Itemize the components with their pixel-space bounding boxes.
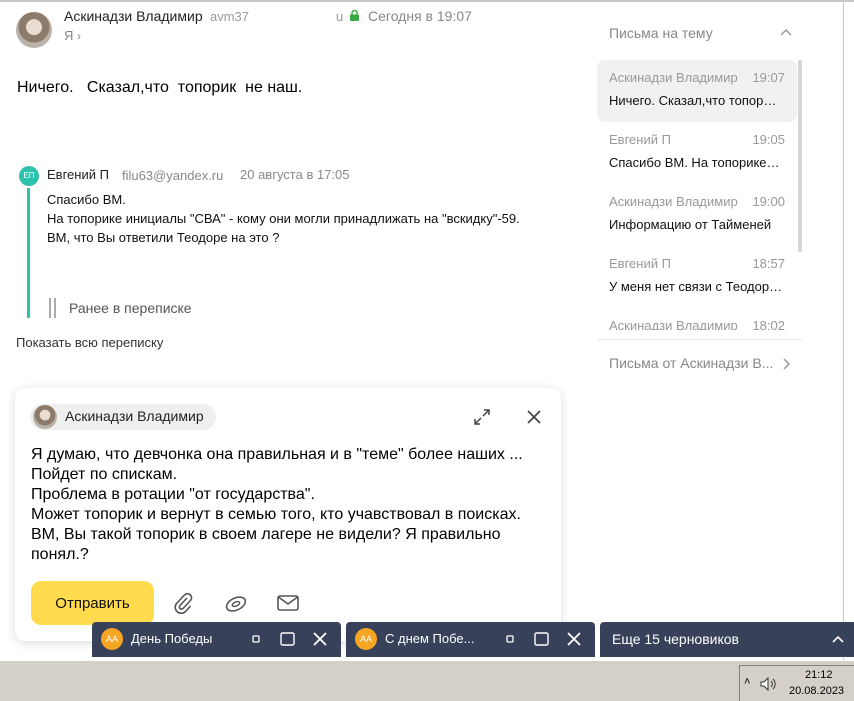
close-icon[interactable] <box>527 410 541 424</box>
more-drafts-tab[interactable]: Еще 15 черновиков <box>600 622 854 657</box>
thread-item-snippet: Информацию от Тайменей <box>609 217 772 232</box>
show-all-thread-link[interactable]: Показать всю переписку <box>16 335 163 350</box>
clock-time[interactable]: 21:12 <box>805 669 833 681</box>
thread-item-sender: Евгений П <box>609 132 671 147</box>
quoted-line: ВМ, что Вы ответили Теодоре на это ? <box>47 230 280 245</box>
draft-avatar: АА <box>355 628 377 650</box>
draft-title: День Победы <box>131 631 213 646</box>
quoted-line: На топорике инициалы "СВА" - кому они мо… <box>47 211 520 226</box>
earlier-in-thread-link[interactable]: Ранее в переписке <box>69 300 192 316</box>
close-icon[interactable] <box>313 632 327 646</box>
quoted-avatar: ЕП <box>19 166 39 186</box>
compose-line: Может топорик и вернут в семью того, кто… <box>31 506 521 523</box>
draft-tab[interactable]: АА С днем Побе... <box>346 622 595 657</box>
thread-item-snippet: Ничего. Сказал,что топорик не наш. <box>609 93 783 108</box>
minimize-icon[interactable] <box>506 632 514 646</box>
quoted-sender-email[interactable]: filu63@yandex.ru <box>122 168 223 183</box>
draft-title: С днем Побе... <box>385 631 475 646</box>
clock-date[interactable]: 20.08.2023 <box>789 685 844 697</box>
thread-item-snippet: У меня нет связи с Теодорой <box>609 279 783 294</box>
chevron-up-icon <box>832 635 844 643</box>
compose-line: Проблема в ротации "от государства". <box>31 486 315 503</box>
quoted-line: Спасибо ВМ. <box>47 192 126 207</box>
draft-tab[interactable]: АА День Победы <box>92 622 341 657</box>
quoted-body: Спасибо ВМ. На топорике инициалы "СВА" -… <box>47 190 520 247</box>
earlier-bars-icon <box>49 298 56 318</box>
quote-bar <box>27 188 30 318</box>
panel-divider <box>597 339 802 340</box>
thread-item-sender: Аскинадзи Владимир <box>609 318 738 330</box>
close-icon[interactable] <box>567 632 581 646</box>
thread-item[interactable]: Аскинадзи Владимир 19:00 Информацию от Т… <box>597 184 797 246</box>
thread-item-time: 18:57 <box>752 256 785 271</box>
tray-arrow-icon[interactable]: ˄ <box>744 676 750 688</box>
send-button[interactable]: Отправить <box>31 581 154 625</box>
sender-email[interactable]: avm37 <box>210 9 249 24</box>
recipient-name[interactable]: Аскинадзи Владимир <box>65 408 204 424</box>
thread-list: Аскинадзи Владимир 19:07 Ничего. Сказал,… <box>597 60 797 330</box>
thread-panel-title[interactable]: Письма на тему <box>609 25 713 41</box>
chevron-right-icon: › <box>77 29 82 43</box>
compose-line: Пойдет по спискам. <box>31 466 178 483</box>
maximize-icon[interactable] <box>280 632 296 646</box>
envelope-icon[interactable] <box>277 595 299 611</box>
thread-item-time: 18:02 <box>752 318 785 330</box>
thread-item[interactable]: Аскинадзи Владимир 19:07 Ничего. Сказал,… <box>597 60 797 122</box>
quoted-sender-name[interactable]: Евгений П <box>47 167 109 182</box>
quoted-date: 20 августа в 17:05 <box>240 167 350 182</box>
thread-item[interactable]: Евгений П 18:57 У меня нет связи с Теодо… <box>597 246 797 308</box>
minimize-icon[interactable] <box>252 632 260 646</box>
compose-line: ВМ, Вы такой топорик в своем лагере не в… <box>31 526 501 563</box>
sender-avatar[interactable] <box>16 12 52 48</box>
speaker-icon[interactable] <box>760 677 778 691</box>
thread-item[interactable]: Аскинадзи Владимир 18:02 <box>597 308 797 330</box>
thread-item[interactable]: Евгений П 19:05 Спасибо ВМ. На топорике … <box>597 122 797 184</box>
thread-item-time: 19:07 <box>752 70 785 85</box>
thread-item-sender: Аскинадзи Владимир <box>609 194 738 209</box>
letters-from-sender-link[interactable]: Письма от Аскинадзи В... <box>609 355 773 371</box>
more-drafts-label: Еще 15 черновиков <box>612 631 739 647</box>
draft-avatar: АА <box>101 628 123 650</box>
window-right-border <box>843 0 844 660</box>
thread-scrollbar[interactable] <box>798 60 802 252</box>
sender-email-tail: u <box>336 9 344 24</box>
taskbar <box>0 660 854 701</box>
chevron-up-icon[interactable] <box>780 28 792 36</box>
recipient-line[interactable]: Я › <box>64 28 81 43</box>
chevron-right-icon[interactable] <box>783 358 791 370</box>
sender-name[interactable]: Аскинадзи Владимир <box>64 8 203 24</box>
maximize-icon[interactable] <box>534 632 550 646</box>
recipient-avatar <box>33 405 57 429</box>
thread-item-time: 19:05 <box>752 132 785 147</box>
compose-line: Я думаю, что девчонка она правильная и в… <box>31 446 523 463</box>
paperclip-icon[interactable] <box>173 592 193 614</box>
thread-item-snippet: Спасибо ВМ. На топорике инициалы <box>609 155 783 170</box>
expand-icon[interactable] <box>474 409 490 425</box>
thread-item-sender: Евгений П <box>609 256 671 271</box>
message-date: Сегодня в 19:07 <box>368 8 472 24</box>
recipient-label: Я <box>64 28 74 43</box>
message-body: Ничего. Сказал,что топорик не наш. <box>17 79 303 96</box>
thread-item-time: 19:00 <box>752 194 785 209</box>
thread-item-sender: Аскинадзи Владимир <box>609 70 738 85</box>
lock-icon <box>350 10 359 21</box>
disk-attach-icon[interactable] <box>224 593 248 613</box>
compose-body-textarea[interactable]: Я думаю, что девчонка она правильная и в… <box>31 445 551 565</box>
window-top-border <box>0 0 854 2</box>
